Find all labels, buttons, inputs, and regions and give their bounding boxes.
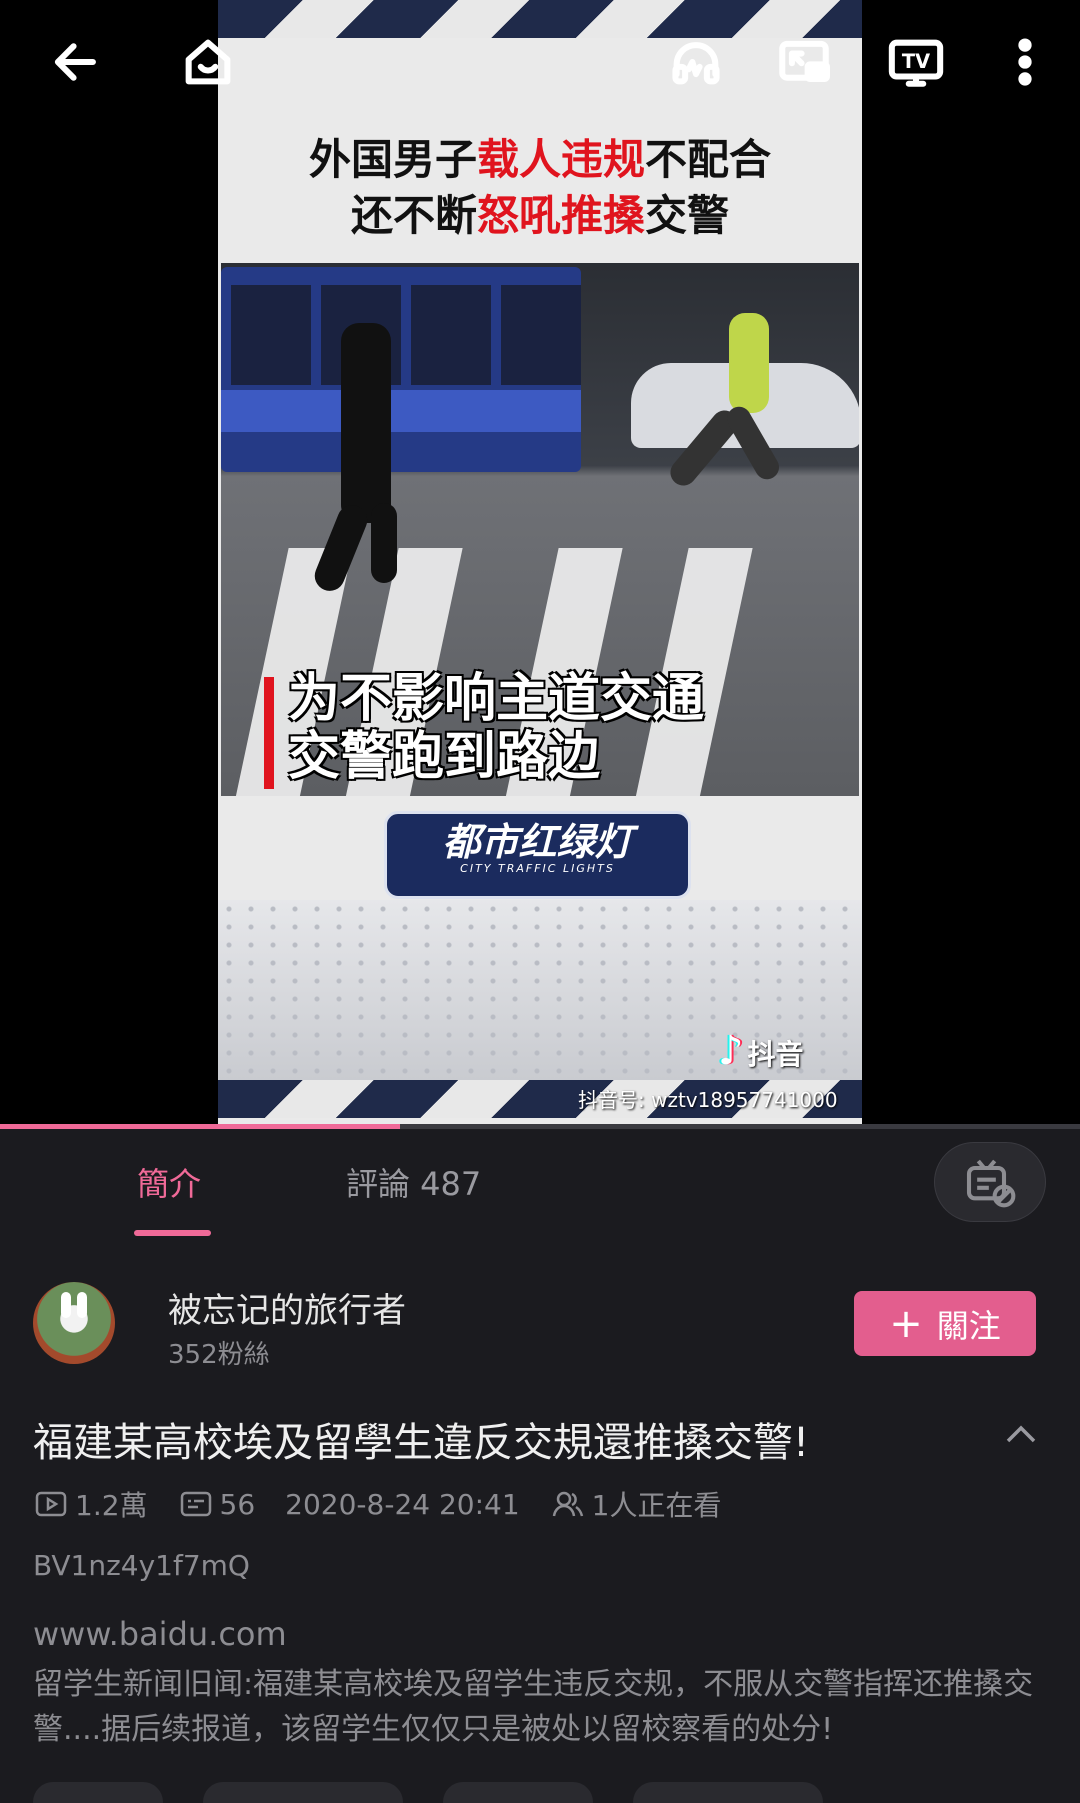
- bus-shape: [221, 267, 581, 472]
- publish-date: 2020-8-24 20:41: [285, 1487, 520, 1521]
- player-top-bar: TV: [0, 0, 1080, 125]
- video-frame: 外国男子载人违规不配合 还不断怒吼推搡交警 都市红绿灯 CITY TRAFFIC…: [218, 0, 862, 1127]
- video-headline: 外国男子载人违规不配合 还不断怒吼推搡交警: [308, 135, 772, 240]
- svg-text:TV: TV: [902, 50, 930, 73]
- headphones-icon[interactable]: [664, 30, 728, 94]
- home-icon[interactable]: [176, 30, 240, 94]
- danmaku-off-icon: [966, 1159, 1016, 1208]
- danmaku-count: 56: [178, 1486, 255, 1522]
- tag-chip[interactable]: [633, 1782, 823, 1803]
- tag-row: [33, 1782, 863, 1803]
- tab-active-underline: [134, 1230, 211, 1236]
- police-officer-figure: [729, 313, 769, 413]
- tiktok-watermark: ♪ 抖音: [718, 1028, 804, 1074]
- uploader-name[interactable]: 被忘记的旅行者: [168, 1283, 406, 1332]
- fan-count: 352粉絲: [168, 1340, 270, 1370]
- video-description: 留学生新闻旧闻:福建某高校埃及留学生违反交规，不服从交警指挥还推搡交警....据…: [33, 1667, 1034, 1747]
- tag-chip[interactable]: [443, 1782, 593, 1803]
- tab-comments[interactable]: 評論 487: [346, 1159, 481, 1205]
- tiktok-icon: ♪: [718, 1028, 744, 1074]
- danmaku-count-icon: [180, 1491, 211, 1517]
- tiktok-id: 抖音号: wztv18957741000: [578, 1088, 838, 1112]
- play-count-icon: [35, 1491, 67, 1517]
- source-link[interactable]: www.baidu.com: [33, 1615, 287, 1653]
- uploader-avatar[interactable]: [33, 1282, 115, 1364]
- viewers-icon: [552, 1491, 583, 1517]
- detail-tabs: 簡介 評論 487: [0, 1129, 1080, 1239]
- cast-tv-icon[interactable]: TV: [884, 30, 948, 94]
- chevron-up-icon[interactable]: [1000, 1413, 1042, 1455]
- video-caption: 为不影响主道交通 交警跑到路边: [288, 669, 705, 787]
- caption-accent-bar: [264, 677, 274, 789]
- tag-chip[interactable]: [33, 1782, 163, 1803]
- video-meta: 1.2萬 56 2020-8-24 20:41 1人正在看: [33, 1484, 752, 1524]
- follow-button[interactable]: + 關注: [854, 1291, 1036, 1356]
- video-player[interactable]: 外国男子载人违规不配合 还不断怒吼推搡交警 都市红绿灯 CITY TRAFFIC…: [0, 0, 1080, 1127]
- video-bvid: BV1nz4y1f7mQ: [33, 1549, 250, 1582]
- plus-icon: +: [889, 1300, 923, 1347]
- tab-intro[interactable]: 簡介: [137, 1159, 201, 1205]
- channel-logo: 都市红绿灯 CITY TRAFFIC LIGHTS: [384, 811, 691, 899]
- back-arrow-icon[interactable]: [44, 30, 108, 94]
- danmaku-toggle-button[interactable]: [934, 1142, 1046, 1222]
- pedestrian-figure: [341, 323, 391, 523]
- picture-in-picture-icon[interactable]: [772, 30, 836, 94]
- video-title: 福建某高校埃及留學生違反交規還推搡交警!: [33, 1420, 810, 1466]
- more-vertical-icon[interactable]: [993, 30, 1057, 94]
- tag-chip[interactable]: [203, 1782, 403, 1803]
- watching-now: 1人正在看: [550, 1484, 722, 1524]
- view-count: 1.2萬: [33, 1484, 148, 1524]
